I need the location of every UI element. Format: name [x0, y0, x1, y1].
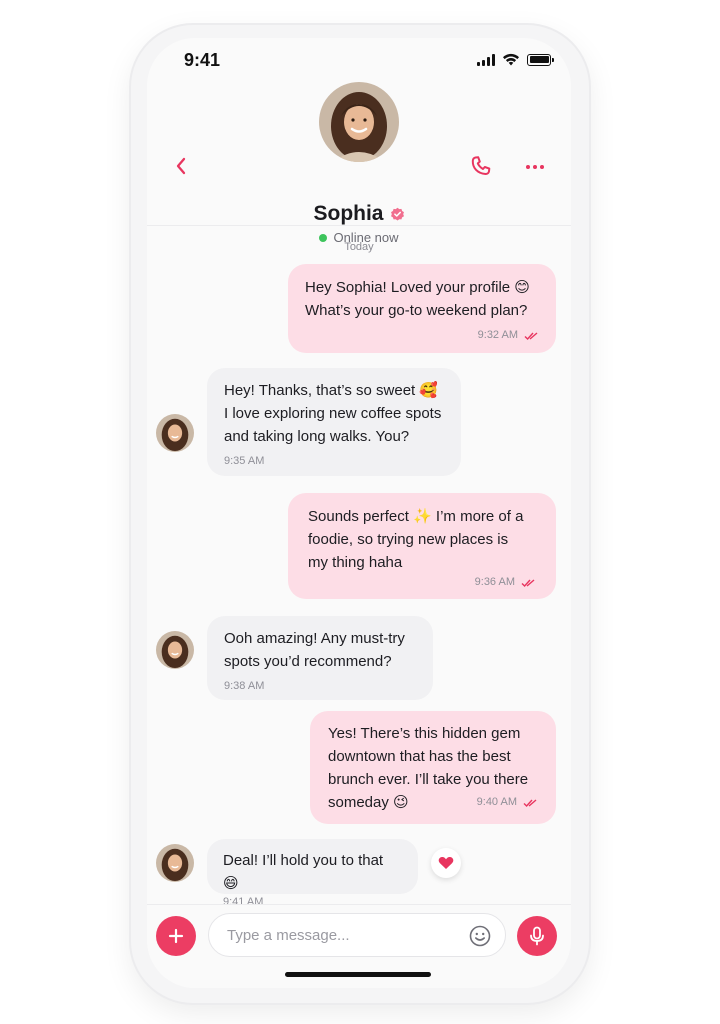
message-time: 9:38 AM [224, 680, 265, 692]
wifi-icon [503, 53, 519, 66]
heart-reaction[interactable] [431, 848, 461, 878]
message-time: 9:35 AM [224, 455, 265, 467]
message-outgoing[interactable]: Yes! There’s this hidden gem downtown th… [310, 711, 556, 824]
contact-avatar[interactable] [319, 82, 399, 162]
message-time: 9:40 AM [476, 796, 517, 808]
smiley-icon[interactable] [469, 925, 491, 947]
heart-icon [438, 856, 454, 869]
read-receipt-icon [524, 331, 538, 340]
call-button[interactable] [469, 154, 495, 180]
contact-name: Sophia [313, 202, 384, 225]
message-incoming[interactable]: Ooh amazing! Any must-try spots you’d re… [207, 616, 433, 700]
sender-avatar[interactable] [156, 631, 194, 669]
message-incoming[interactable]: Deal! I’ll hold you to that 😄 9:41 AM [207, 839, 418, 908]
signal-icon [477, 53, 495, 66]
battery-icon [527, 53, 554, 66]
contact-name-row: Sophia [147, 202, 571, 226]
chevron-left-icon [176, 157, 186, 175]
message-input[interactable] [227, 914, 457, 956]
status-time: 9:41 [184, 50, 221, 70]
phone-icon [471, 156, 491, 175]
message-time: 9:36 AM [474, 576, 515, 588]
back-button[interactable] [169, 154, 193, 178]
add-attachment-button[interactable] [156, 916, 196, 956]
message-time: 9:32 AM [477, 329, 518, 341]
sender-avatar[interactable] [156, 844, 194, 882]
plus-icon [168, 928, 184, 944]
voice-message-button[interactable] [517, 916, 557, 956]
more-options-button[interactable] [522, 154, 548, 180]
message-input-wrapper [208, 913, 506, 957]
chat-header: Sophia Online now [147, 78, 571, 245]
message-outgoing[interactable]: Sounds perfect ✨ I’m more of a foodie, s… [288, 493, 556, 599]
day-divider: Today [344, 241, 374, 253]
message-incoming[interactable]: Hey! Thanks, that’s so sweet 🥰 I love ex… [207, 368, 461, 476]
microphone-icon [530, 926, 544, 946]
message-outgoing[interactable]: Hey Sophia! Loved your profile 😊 What’s … [288, 264, 556, 353]
chat-screen: 9:41 Sophia Online now Today Hey Sophia!… [147, 38, 571, 988]
read-receipt-icon [521, 578, 535, 587]
sender-avatar[interactable] [156, 414, 194, 452]
more-horizontal-icon [526, 165, 530, 169]
verified-badge-icon [390, 207, 404, 220]
read-receipt-icon [523, 798, 537, 807]
status-icons [477, 53, 554, 66]
home-indicator[interactable] [285, 972, 431, 977]
